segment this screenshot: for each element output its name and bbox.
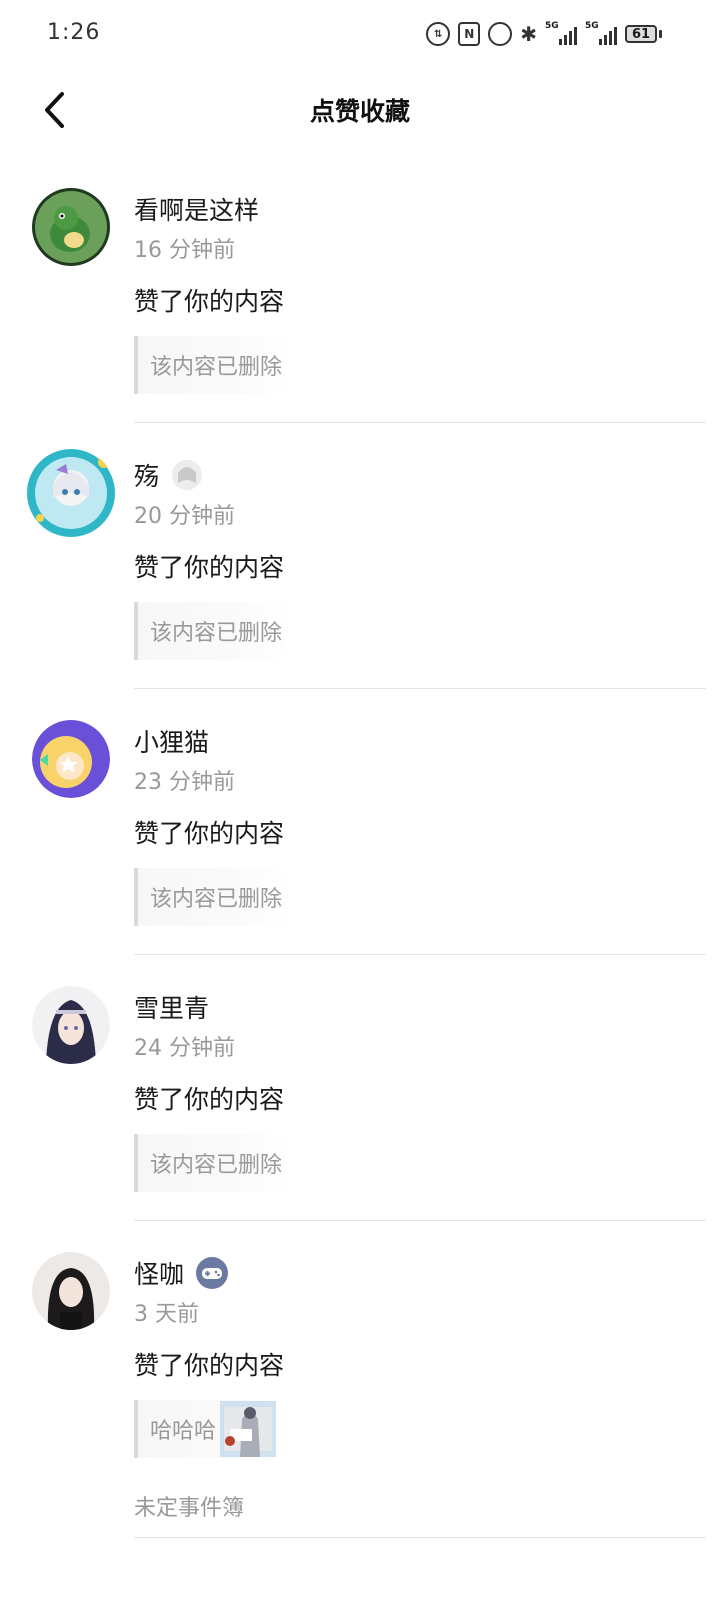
quoted-content[interactable]: 该内容已删除	[134, 868, 291, 926]
quoted-text: 该内容已删除	[150, 621, 283, 646]
user-name[interactable]: 雪里青	[134, 989, 209, 1025]
user-name[interactable]: 殇	[134, 457, 159, 493]
alarm-icon	[488, 22, 513, 46]
signal-type-label: 5G	[545, 21, 559, 31]
bluetooth-icon: ✱	[520, 22, 537, 46]
list-item[interactable]: 怪咖 3 天前 赞了你的内容 哈哈哈 未定事件簿	[0, 1221, 720, 1537]
list-item[interactable]: 小狸猫 23 分钟前 赞了你的内容 该内容已删除	[0, 689, 720, 954]
user-badge	[171, 459, 203, 491]
timestamp: 3 天前	[134, 1302, 199, 1327]
list-item[interactable]: 雪里青 24 分钟前 赞了你的内容 该内容已删除	[0, 955, 720, 1220]
timestamp: 20 分钟前	[134, 504, 235, 529]
avatar[interactable]	[32, 1252, 110, 1330]
battery-level: 61	[625, 25, 657, 43]
quoted-content[interactable]: 哈哈哈	[134, 1400, 281, 1458]
signal-strength-icon: 5G	[545, 21, 577, 45]
avatar[interactable]	[32, 188, 110, 266]
signal-strength-icon-2: 5G	[585, 21, 617, 45]
action-text: 赞了你的内容	[134, 1085, 285, 1114]
content-source[interactable]: 未定事件簿	[134, 1490, 720, 1522]
quoted-content[interactable]: 该内容已删除	[134, 602, 291, 660]
quoted-text: 该内容已删除	[150, 1153, 283, 1178]
action-text: 赞了你的内容	[134, 819, 285, 848]
quoted-content[interactable]: 该内容已删除	[134, 1134, 291, 1192]
signal-type-label-2: 5G	[585, 21, 599, 31]
action-text: 赞了你的内容	[134, 287, 285, 316]
divider	[134, 1537, 706, 1538]
list-item[interactable]: 殇 20 分钟前 赞了你的内容 该内容已删除	[0, 423, 720, 688]
avatar[interactable]	[32, 720, 110, 798]
header: 点赞收藏	[0, 68, 720, 152]
page-title: 点赞收藏	[309, 97, 410, 126]
list-item[interactable]: 看啊是这样 16 分钟前 赞了你的内容 该内容已删除	[0, 186, 720, 422]
notification-list: 看啊是这样 16 分钟前 赞了你的内容 该内容已删除 殇 20 分钟前 赞了你的…	[0, 186, 720, 1538]
user-name[interactable]: 小狸猫	[134, 723, 209, 759]
quoted-text: 该内容已删除	[150, 355, 283, 380]
battery-icon: 61	[625, 25, 662, 43]
avatar[interactable]	[26, 448, 116, 538]
user-name[interactable]: 看啊是这样	[134, 191, 259, 227]
gamepad-badge-icon	[196, 1257, 229, 1289]
nfc-icon: N	[458, 22, 481, 46]
status-icons: ⇅ N ✱ 5G 5G 61	[426, 20, 662, 48]
timestamp: 23 分钟前	[134, 770, 235, 795]
quoted-text: 该内容已删除	[150, 887, 283, 912]
status-bar: 1:26 ⇅ N ✱ 5G 5G 61	[0, 0, 720, 68]
avatar[interactable]	[32, 986, 110, 1064]
status-time: 1:26	[47, 20, 101, 45]
action-text: 赞了你的内容	[134, 553, 285, 582]
user-name[interactable]: 怪咖	[134, 1255, 184, 1291]
quoted-content[interactable]: 该内容已删除	[134, 336, 291, 394]
timestamp: 24 分钟前	[134, 1036, 235, 1061]
timestamp: 16 分钟前	[134, 238, 235, 263]
quoted-text: 哈哈哈	[150, 1419, 217, 1444]
content-thumbnail[interactable]	[220, 1401, 277, 1457]
data-saver-icon: ⇅	[426, 22, 451, 46]
action-text: 赞了你的内容	[134, 1351, 285, 1380]
